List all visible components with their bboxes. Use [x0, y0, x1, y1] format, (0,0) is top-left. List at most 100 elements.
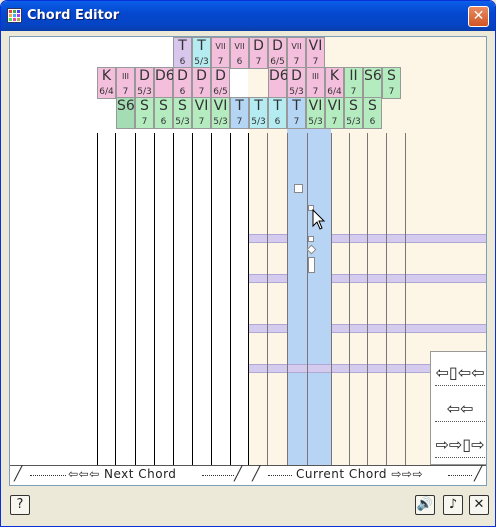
- chord-cell[interactable]: VI 7: [306, 37, 325, 69]
- navigation-panel: ⇦▯⇦⇦ ⇦⇦ ⇨⇨▯⇨: [430, 351, 486, 465]
- chord-figure-label: 6: [236, 57, 243, 67]
- chord-figure-label: 6: [274, 117, 281, 127]
- divider-slash: ╱: [234, 466, 243, 482]
- note-handle-icon[interactable]: [294, 184, 303, 193]
- chord-cell[interactable]: VII 7: [287, 37, 306, 69]
- divider-slash: ╱: [14, 466, 23, 482]
- chord-function-label: D: [196, 68, 207, 84]
- chord-cell[interactable]: D7: [192, 67, 211, 99]
- chord-figure-label: 6/5: [270, 57, 285, 67]
- chord-cell[interactable]: D 6/5: [211, 67, 230, 99]
- chord-cell[interactable]: S 5/3: [344, 97, 363, 129]
- dotted-leader: [202, 475, 234, 476]
- chord-cell[interactable]: S6: [363, 67, 382, 99]
- chord-grid-panel[interactable]: T 6 T 5/3 VII 7 VII 6 D 7 D 6/5 VII 7 VI 7 K 6/4 III 7 D 5/3 D…: [9, 36, 487, 486]
- chord-cell[interactable]: VII 6: [230, 37, 249, 69]
- chord-cell[interactable]: II 7: [344, 67, 363, 99]
- chord-cell[interactable]: VI 5/3: [211, 97, 230, 129]
- app-grid-icon: [7, 8, 22, 23]
- chord-cell[interactable]: S 5/3: [173, 97, 192, 129]
- chord-function-label: VI: [308, 98, 323, 114]
- chord-cell[interactable]: T 5/3: [192, 37, 211, 69]
- grid-line: [331, 133, 332, 465]
- chord-cell[interactable]: VII 7: [211, 37, 230, 69]
- chord-cell[interactable]: III 7: [306, 67, 325, 99]
- play-sound-button[interactable]: 🔊: [415, 495, 435, 515]
- chord-cell[interactable]: S7: [135, 97, 154, 129]
- chord-figure-label: 7: [388, 87, 395, 97]
- nav-first-button[interactable]: ⇦▯⇦⇦: [435, 360, 485, 386]
- chord-cell[interactable]: T 5/3: [249, 97, 268, 129]
- note-button[interactable]: ♪: [443, 495, 463, 515]
- voice-band: [331, 274, 486, 283]
- chord-cell[interactable]: VI 5/3: [306, 97, 325, 129]
- nav-next-button[interactable]: ⇨⇨▯⇨: [435, 432, 485, 458]
- chord-figure-label: 5/3: [137, 87, 152, 97]
- chord-cell[interactable]: T7: [287, 97, 306, 129]
- chord-cell[interactable]: D6: [154, 67, 175, 99]
- chord-cell[interactable]: T6: [268, 97, 287, 129]
- chord-figure-label: 5/3: [289, 87, 304, 97]
- chord-figure-label: 7: [312, 87, 319, 97]
- note-stem-icon[interactable]: [308, 257, 315, 273]
- chord-function-label: K: [329, 68, 340, 84]
- grid-line: [135, 133, 136, 465]
- divider-slash: ╱: [474, 466, 483, 482]
- chord-cell[interactable]: III 7: [116, 67, 135, 99]
- chord-function-label: VII: [291, 42, 302, 51]
- chord-figure-label: 6/4: [99, 87, 114, 97]
- chord-figure-label: 5/3: [194, 57, 209, 67]
- nav-prev-button[interactable]: ⇦⇦: [435, 396, 485, 422]
- chord-function-label: VI: [213, 98, 228, 114]
- chord-figure-label: 5/3: [308, 117, 323, 127]
- chord-cell[interactable]: S6: [363, 97, 382, 129]
- chord-cell[interactable]: D 5/3: [287, 67, 306, 99]
- chord-cell[interactable]: D6: [268, 67, 289, 99]
- chord-cell[interactable]: VI 7: [192, 97, 211, 129]
- grid-line: [367, 133, 368, 465]
- chord-cell[interactable]: T6: [173, 37, 192, 69]
- chord-function-label: VI: [308, 38, 323, 54]
- next-chord-label[interactable]: ⇦⇦⇦ Next Chord: [68, 467, 176, 481]
- chord-function-label: D: [291, 68, 302, 84]
- window-close-button[interactable]: ✕: [468, 6, 489, 27]
- current-chord-column[interactable]: [287, 97, 331, 465]
- chord-cell[interactable]: VI 7: [325, 97, 344, 129]
- chord-function-label: VI: [194, 98, 209, 114]
- current-chord-label[interactable]: Current Chord ⇨⇨⇨: [296, 467, 423, 481]
- chord-cell[interactable]: T7: [230, 97, 249, 129]
- divider-slash: ╱: [252, 466, 261, 482]
- window-title: Chord Editor: [27, 8, 120, 23]
- chord-cell[interactable]: D 6/5: [268, 37, 287, 69]
- chord-function-label: S: [140, 98, 149, 114]
- grid-line: [230, 133, 231, 465]
- chord-figure-label: 6: [369, 117, 376, 127]
- chord-nav-bar: ╱ ⇦⇦⇦ Next Chord ╱ ╱ Current Chord ⇨⇨⇨ ╱: [10, 465, 486, 485]
- grid-line: [349, 133, 350, 465]
- chord-cell[interactable]: K 6/4: [97, 67, 116, 99]
- mouse-pointer-icon: [312, 209, 326, 230]
- close-button[interactable]: ✕: [469, 495, 489, 515]
- voice-band: [248, 274, 288, 283]
- help-button[interactable]: ?: [10, 495, 30, 515]
- grid-line: [307, 133, 308, 465]
- chord-cell[interactable]: D 5/3: [135, 67, 154, 99]
- grid-line: [287, 133, 288, 465]
- chord-cell[interactable]: K 6/4: [325, 67, 344, 99]
- grid-line: [248, 133, 249, 465]
- title-bar[interactable]: Chord Editor ✕: [1, 1, 495, 31]
- chord-cell[interactable]: S7: [382, 67, 401, 99]
- note-handle-icon[interactable]: [308, 236, 314, 242]
- chord-figure-label: 7: [198, 117, 205, 127]
- chord-function-label: S6: [364, 68, 382, 84]
- voice-band: [331, 234, 486, 243]
- chord-cell[interactable]: D7: [249, 37, 268, 69]
- chord-cell[interactable]: S6: [154, 97, 173, 129]
- chord-figure-label: 5/3: [346, 117, 361, 127]
- chord-cell[interactable]: D6: [173, 67, 192, 99]
- grid-line: [154, 133, 155, 465]
- chord-function-label: II: [349, 68, 358, 84]
- chord-function-label: T: [254, 98, 263, 114]
- voice-band: [248, 364, 430, 373]
- chord-cell[interactable]: S6: [116, 97, 135, 129]
